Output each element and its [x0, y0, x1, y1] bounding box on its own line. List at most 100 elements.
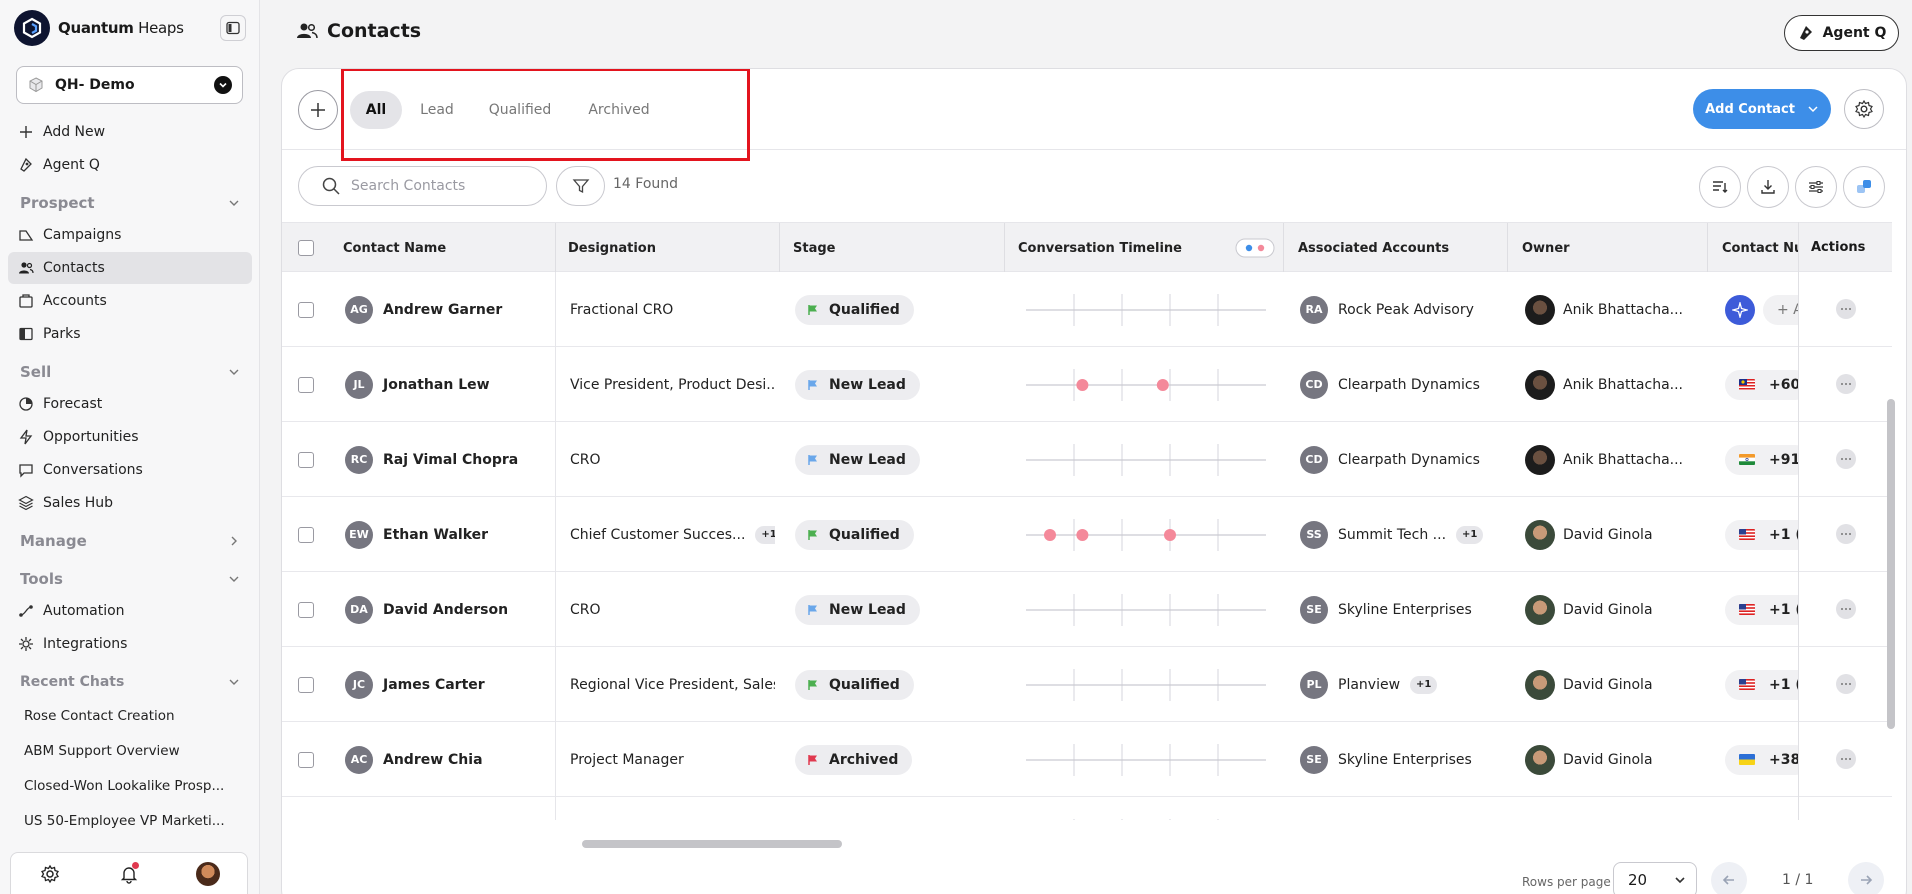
table-row[interactable]: DTDaniel Thompson Chief Strategy Officer N…: [282, 797, 1892, 820]
row-more-menu-icon[interactable]: [1836, 749, 1856, 769]
table-row[interactable]: AG Andrew Garner Fractional CRO Qualified RA…: [282, 272, 1892, 347]
sidebar-item-automation[interactable]: Automation: [8, 595, 252, 627]
prev-page-button[interactable]: [1711, 862, 1747, 894]
filter-button[interactable]: [556, 166, 605, 206]
col-designation[interactable]: Designation: [568, 223, 748, 273]
account-name[interactable]: Clearpath Dynamics: [1338, 377, 1480, 393]
section-manage[interactable]: Manage: [8, 525, 252, 557]
col-divider[interactable]: [1507, 223, 1508, 273]
account-name[interactable]: Summit Tech ...: [1338, 527, 1446, 543]
account-name[interactable]: Rock Peak Advisory: [1338, 302, 1474, 318]
account-more-badge[interactable]: +1: [1410, 675, 1438, 694]
col-divider[interactable]: [1004, 223, 1005, 273]
timeline-event-dot[interactable]: [1164, 528, 1176, 541]
contact-name-cell[interactable]: EW Ethan Walker: [345, 497, 550, 572]
sidebar-item-conversations[interactable]: Conversations: [8, 454, 252, 486]
stage-pill[interactable]: Archived: [795, 744, 913, 775]
next-page-button[interactable]: [1848, 862, 1884, 894]
rows-per-page-select[interactable]: 20: [1613, 862, 1697, 894]
table-row[interactable]: RC Raj Vimal Chopra CRO New Lead CD Clearpath…: [282, 422, 1892, 497]
columns-adjust-button[interactable]: [1795, 166, 1837, 208]
sidebar-item-campaigns[interactable]: Campaigns: [8, 219, 252, 251]
row-more-menu-icon[interactable]: [1836, 524, 1856, 544]
sidebar-item-forecast[interactable]: Forecast: [8, 388, 252, 420]
contact-name-cell[interactable]: AC Andrew Chia: [345, 722, 550, 797]
owner-name[interactable]: David Ginola: [1563, 677, 1653, 693]
timeline-event-dot[interactable]: [1156, 378, 1169, 391]
row-more-menu-icon[interactable]: [1836, 299, 1856, 319]
recent-chat-item[interactable]: Closed-Won Lookalike Prosp...: [8, 768, 252, 803]
timeline-event-dot[interactable]: [1076, 528, 1089, 541]
row-more-menu-icon[interactable]: [1836, 674, 1856, 694]
contact-name[interactable]: Andrew Garner: [383, 302, 502, 318]
contact-name[interactable]: Jonathan Lew: [383, 377, 490, 393]
agent-q-button[interactable]: Agent Q: [1784, 15, 1899, 51]
horizontal-scrollbar[interactable]: [582, 840, 842, 848]
timeline-legend-toggle[interactable]: [1235, 223, 1275, 273]
owner-name[interactable]: Anik Bhattacha...: [1563, 302, 1683, 318]
contact-name-cell[interactable]: DA David Anderson: [345, 572, 550, 647]
row-more-menu-icon[interactable]: [1836, 599, 1856, 619]
owner-name[interactable]: Anik Bhattacha...: [1563, 377, 1683, 393]
sidebar-item-sales-hub[interactable]: Sales Hub: [8, 487, 252, 519]
section-prospect[interactable]: Prospect: [8, 187, 252, 219]
contact-name-cell[interactable]: RC Raj Vimal Chopra: [345, 422, 550, 497]
stage-pill[interactable]: New Lead: [795, 444, 920, 475]
timeline-event-dot[interactable]: [1076, 378, 1089, 391]
stage-pill[interactable]: Qualified: [795, 669, 914, 700]
sidebar-item-opportunities[interactable]: Opportunities: [8, 421, 252, 453]
col-conversation-timeline[interactable]: Conversation Timeline: [1018, 223, 1208, 273]
sidebar-item-parks[interactable]: Parks: [8, 318, 252, 350]
contact-name[interactable]: Ethan Walker: [383, 527, 488, 543]
contact-name[interactable]: Andrew Chia: [383, 752, 483, 768]
stage-pill[interactable]: New Lead: [795, 594, 920, 625]
contact-name[interactable]: David Anderson: [383, 602, 508, 618]
row-checkbox[interactable]: [298, 526, 314, 543]
search-input[interactable]: [351, 178, 531, 194]
stage-pill[interactable]: Qualified: [795, 519, 914, 550]
table-row[interactable]: AC Andrew Chia Project Manager Archived SE Sk…: [282, 722, 1892, 797]
col-divider[interactable]: [1283, 223, 1284, 273]
designation-more-badge[interactable]: +1: [755, 525, 775, 544]
section-tools[interactable]: Tools: [8, 563, 252, 595]
account-name[interactable]: Skyline Enterprises: [1338, 752, 1472, 768]
owner-name[interactable]: David Ginola: [1563, 752, 1653, 768]
notifications-bell-icon[interactable]: [116, 861, 142, 887]
col-associated-accounts[interactable]: Associated Accounts: [1298, 223, 1498, 273]
recent-chat-item[interactable]: Rose Contact Creation: [8, 698, 252, 733]
table-row[interactable]: JC James Carter Regional Vice President, S…: [282, 647, 1892, 722]
contact-name-cell[interactable]: JL Jonathan Lew: [345, 347, 550, 422]
add-contact-button[interactable]: Add Contact: [1693, 89, 1831, 129]
stage-pill[interactable]: New Lead: [795, 369, 920, 400]
row-checkbox[interactable]: [298, 751, 314, 768]
table-row[interactable]: DA David Anderson CRO New Lead SE Skyline Ent…: [282, 572, 1892, 647]
contact-name-cell[interactable]: DTDaniel Thompson: [345, 797, 550, 820]
sidebar-item-accounts[interactable]: Accounts: [8, 285, 252, 317]
view-settings-button[interactable]: [1844, 89, 1884, 129]
add-view-button[interactable]: [298, 90, 338, 130]
ai-sparkle-icon[interactable]: [1725, 294, 1755, 325]
contact-name-cell[interactable]: JC James Carter: [345, 647, 550, 722]
col-owner[interactable]: Owner: [1522, 223, 1642, 273]
account-name[interactable]: Skyline Enterprises: [1338, 602, 1472, 618]
sidebar-item-integrations[interactable]: Integrations: [8, 628, 252, 660]
stage-pill[interactable]: Qualified: [795, 294, 914, 325]
row-checkbox[interactable]: [298, 451, 314, 468]
user-avatar[interactable]: [195, 861, 221, 887]
col-divider[interactable]: [1707, 223, 1708, 273]
merge-button[interactable]: [1843, 166, 1885, 208]
recent-chat-item[interactable]: ABM Support Overview: [8, 733, 252, 768]
row-more-menu-icon[interactable]: [1836, 374, 1856, 394]
sidebar-item-agent-q[interactable]: Agent Q: [8, 149, 252, 181]
account-name[interactable]: Clearpath Dynamics: [1338, 452, 1480, 468]
col-contact-name[interactable]: Contact Name: [343, 223, 523, 273]
row-more-menu-icon[interactable]: [1836, 449, 1856, 469]
section-sell[interactable]: Sell: [8, 356, 252, 388]
contact-name[interactable]: Raj Vimal Chopra: [383, 452, 518, 468]
table-row[interactable]: JL Jonathan Lew Vice President, Product De…: [282, 347, 1892, 422]
owner-name[interactable]: Anik Bhattacha...: [1563, 452, 1683, 468]
sort-button[interactable]: [1699, 166, 1741, 208]
row-checkbox[interactable]: [298, 676, 314, 693]
timeline-event-dot[interactable]: [1044, 528, 1056, 541]
table-row[interactable]: EW Ethan Walker Chief Customer Succes... +1…: [282, 497, 1892, 572]
